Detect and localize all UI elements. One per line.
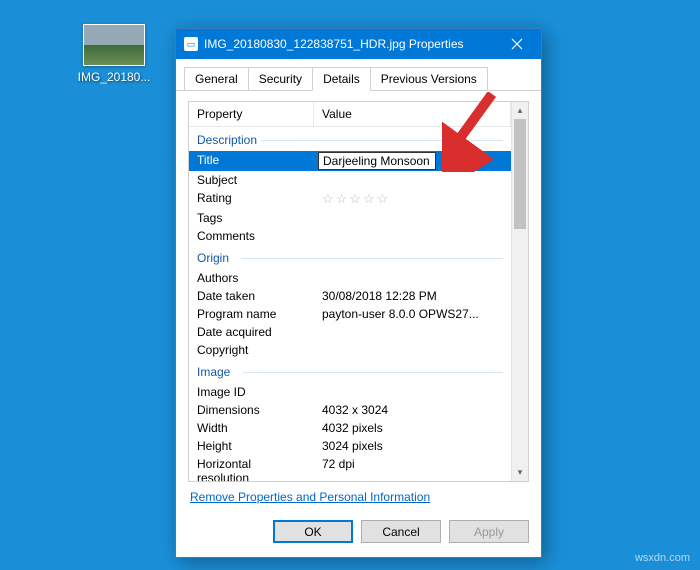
property-value: ☆☆☆☆☆ — [314, 189, 511, 209]
tab-strip: General Security Details Previous Versio… — [176, 59, 541, 91]
table-row[interactable]: Copyright — [189, 341, 511, 359]
property-table: Property Value DescriptionTitleSubjectRa… — [188, 101, 529, 482]
remove-properties-link-wrap: Remove Properties and Personal Informati… — [188, 490, 529, 504]
property-value — [314, 269, 511, 287]
apply-button[interactable]: Apply — [449, 520, 529, 543]
scroll-up-icon[interactable]: ▴ — [512, 102, 528, 119]
scrollbar-thumb[interactable] — [514, 119, 526, 229]
ok-button[interactable]: OK — [273, 520, 353, 543]
property-name: Date taken — [189, 287, 314, 305]
tab-general[interactable]: General — [184, 67, 249, 90]
property-name: Height — [189, 437, 314, 455]
property-value: 30/08/2018 12:28 PM — [314, 287, 511, 305]
property-value — [314, 383, 511, 401]
column-value[interactable]: Value — [314, 102, 511, 126]
desktop-icon-label: IMG_20180... — [74, 70, 154, 84]
property-name: Horizontal resolution — [189, 455, 314, 481]
property-name: Comments — [189, 227, 314, 245]
property-name: Image ID — [189, 383, 314, 401]
property-value: payton-user 8.0.0 OPWS27... — [314, 305, 511, 323]
window-title: IMG_20180830_122838751_HDR.jpg Propertie… — [204, 37, 497, 51]
property-value — [314, 171, 511, 189]
document-icon: ▭ — [184, 37, 198, 51]
scrollbar-track[interactable] — [512, 119, 528, 464]
table-row[interactable]: Tags — [189, 209, 511, 227]
table-row[interactable]: Rating ☆☆☆☆☆ — [189, 189, 511, 209]
tab-details[interactable]: Details — [312, 67, 371, 91]
titlebar[interactable]: ▭ IMG_20180830_122838751_HDR.jpg Propert… — [176, 29, 541, 59]
table-row[interactable]: Subject — [189, 171, 511, 189]
group-header-origin: Origin — [189, 245, 511, 269]
rating-stars-icon[interactable]: ☆☆☆☆☆ — [322, 191, 390, 206]
property-value — [314, 341, 511, 359]
image-thumbnail — [83, 24, 145, 66]
dialog-buttons: OK Cancel Apply — [176, 510, 541, 557]
property-name: Subject — [189, 171, 314, 189]
property-name: Program name — [189, 305, 314, 323]
desktop-file-icon[interactable]: IMG_20180... — [74, 24, 154, 84]
property-name: Authors — [189, 269, 314, 287]
property-value: 4032 x 3024 — [314, 401, 511, 419]
table-row[interactable]: Program namepayton-user 8.0.0 OPWS27... — [189, 305, 511, 323]
property-value — [314, 209, 511, 227]
group-header-image: Image — [189, 359, 511, 383]
property-name: Date acquired — [189, 323, 314, 341]
property-name: Width — [189, 419, 314, 437]
table-row[interactable]: Authors — [189, 269, 511, 287]
property-value: 72 dpi — [314, 455, 511, 481]
tab-content: Property Value DescriptionTitleSubjectRa… — [176, 91, 541, 510]
table-row[interactable]: Comments — [189, 227, 511, 245]
property-value: 4032 pixels — [314, 419, 511, 437]
table-header: Property Value — [189, 102, 511, 127]
table-row[interactable]: Title — [189, 151, 511, 171]
tab-security[interactable]: Security — [248, 67, 313, 90]
property-value — [314, 227, 511, 245]
scrollbar[interactable]: ▴ ▾ — [511, 102, 528, 481]
table-row[interactable]: Date acquired — [189, 323, 511, 341]
watermark: wsxdn.com — [635, 552, 690, 564]
title-input[interactable] — [318, 152, 436, 170]
property-name: Title — [189, 151, 314, 171]
close-icon — [511, 38, 523, 50]
remove-properties-link[interactable]: Remove Properties and Personal Informati… — [190, 490, 430, 504]
cancel-button[interactable]: Cancel — [361, 520, 441, 543]
table-row[interactable]: Width4032 pixels — [189, 419, 511, 437]
table-row[interactable]: Date taken30/08/2018 12:28 PM — [189, 287, 511, 305]
property-value: 3024 pixels — [314, 437, 511, 455]
tab-previous-versions[interactable]: Previous Versions — [370, 67, 488, 90]
property-name: Copyright — [189, 341, 314, 359]
group-header-description: Description — [189, 127, 511, 151]
close-button[interactable] — [497, 29, 537, 59]
table-row[interactable]: Height3024 pixels — [189, 437, 511, 455]
table-row[interactable]: Dimensions4032 x 3024 — [189, 401, 511, 419]
scroll-down-icon[interactable]: ▾ — [512, 464, 528, 481]
table-row[interactable]: Image ID — [189, 383, 511, 401]
property-name: Tags — [189, 209, 314, 227]
column-property[interactable]: Property — [189, 102, 314, 126]
property-value — [314, 323, 511, 341]
property-value[interactable] — [314, 151, 511, 171]
property-name: Rating — [189, 189, 314, 209]
property-name: Dimensions — [189, 401, 314, 419]
properties-dialog: ▭ IMG_20180830_122838751_HDR.jpg Propert… — [175, 28, 542, 558]
table-row[interactable]: Horizontal resolution72 dpi — [189, 455, 511, 481]
